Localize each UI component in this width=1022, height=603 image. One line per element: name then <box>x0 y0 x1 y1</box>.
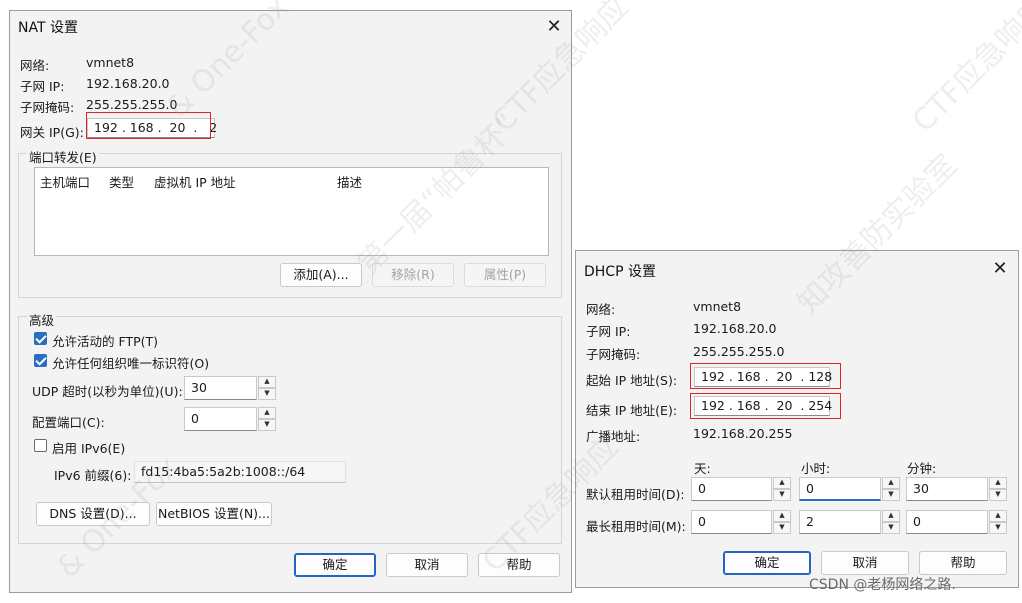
spin-down-icon[interactable]: ▼ <box>882 522 900 534</box>
enable-ipv6-checkbox[interactable] <box>34 439 47 452</box>
start-ip-label: 起始 IP 地址(S): <box>586 373 678 388</box>
port-forwarding-label: 端口转发(E) <box>27 147 99 166</box>
csdn-credit: CSDN @老杨网络之路. <box>809 577 956 593</box>
dns-settings-button[interactable]: DNS 设置(D)... <box>36 502 150 526</box>
cancel-button[interactable]: 取消 <box>821 551 909 575</box>
ok-button[interactable]: 确定 <box>294 553 376 577</box>
network-label: 网络: <box>586 302 616 317</box>
max-days-stepper[interactable]: 0 ▲ ▼ <box>691 510 791 534</box>
default-lease-label: 默认租用时间(D): <box>586 487 685 502</box>
config-port-label: 配置端口(C): <box>32 415 105 430</box>
max-minutes-value[interactable]: 0 <box>906 510 988 534</box>
nat-dialog-title: NAT 设置 <box>18 20 78 36</box>
subnet-mask-label: 子网掩码: <box>20 100 75 115</box>
spin-down-icon[interactable]: ▼ <box>989 489 1007 501</box>
help-button[interactable]: 帮助 <box>478 553 560 577</box>
subnet-ip-value: 192.168.20.0 <box>86 76 170 91</box>
spin-up-icon[interactable]: ▲ <box>773 510 791 522</box>
default-minutes-value[interactable]: 30 <box>906 477 988 501</box>
column-header-host-port[interactable]: 主机端口 <box>40 172 90 191</box>
watermark-text: CTF应急响应 <box>905 0 1022 140</box>
spin-up-icon[interactable]: ▲ <box>882 477 900 489</box>
dhcp-dialog-title: DHCP 设置 <box>584 264 656 280</box>
enable-ipv6-label[interactable]: 启用 IPv6(E) <box>52 438 125 457</box>
max-days-value[interactable]: 0 <box>691 510 772 534</box>
properties-button[interactable]: 属性(P) <box>464 263 546 287</box>
ok-button[interactable]: 确定 <box>723 551 811 575</box>
broadcast-value: 192.168.20.255 <box>693 426 793 441</box>
spin-down-icon[interactable]: ▼ <box>258 388 276 400</box>
gateway-ip-label: 网关 IP(G): <box>20 125 84 140</box>
hours-label: 小时: <box>801 461 831 476</box>
config-port-value[interactable]: 0 <box>184 407 257 431</box>
default-hours-stepper[interactable]: 0 ▲ ▼ <box>799 477 900 501</box>
max-lease-label: 最长租用时间(M): <box>586 519 686 534</box>
spin-up-icon[interactable]: ▲ <box>258 407 276 419</box>
minutes-label: 分钟: <box>907 461 937 476</box>
allow-oui-label[interactable]: 允许任何组织唯一标识符(O) <box>52 353 209 372</box>
default-days-value[interactable]: 0 <box>691 477 772 501</box>
subnet-mask-value: 255.255.255.0 <box>86 97 178 112</box>
udp-timeout-value[interactable]: 30 <box>184 376 257 400</box>
subnet-mask-label: 子网掩码: <box>586 347 641 362</box>
spin-up-icon[interactable]: ▲ <box>258 376 276 388</box>
max-minutes-stepper[interactable]: 0 ▲ ▼ <box>906 510 1007 534</box>
spin-down-icon[interactable]: ▼ <box>882 489 900 501</box>
spin-up-icon[interactable]: ▲ <box>882 510 900 522</box>
end-ip-highlight-box <box>690 393 841 419</box>
config-port-stepper[interactable]: 0 ▲ ▼ <box>184 407 276 431</box>
ipv6-prefix-field[interactable]: fd15:4ba5:5a2b:1008::/64 <box>134 461 346 483</box>
subnet-ip-label: 子网 IP: <box>586 324 631 339</box>
nat-settings-dialog: NAT 设置 ✕ 网络: vmnet8 子网 IP: 192.168.20.0 … <box>9 10 572 593</box>
spin-down-icon[interactable]: ▼ <box>989 522 1007 534</box>
help-button[interactable]: 帮助 <box>919 551 1007 575</box>
start-ip-highlight-box <box>690 363 841 389</box>
spin-down-icon[interactable]: ▼ <box>773 522 791 534</box>
add-button[interactable]: 添加(A)... <box>280 263 362 287</box>
column-header-description[interactable]: 描述 <box>337 172 362 191</box>
max-hours-stepper[interactable]: 2 ▲ ▼ <box>799 510 900 534</box>
allow-ftp-label[interactable]: 允许活动的 FTP(T) <box>52 331 158 350</box>
network-label: 网络: <box>20 58 50 73</box>
column-header-vm-ip[interactable]: 虚拟机 IP 地址 <box>154 172 236 191</box>
max-hours-value[interactable]: 2 <box>799 510 881 534</box>
subnet-ip-value: 192.168.20.0 <box>693 321 777 336</box>
subnet-mask-value: 255.255.255.0 <box>693 344 785 359</box>
default-hours-value[interactable]: 0 <box>799 477 881 501</box>
network-value: vmnet8 <box>693 299 742 314</box>
advanced-label: 高级 <box>27 310 57 329</box>
udp-timeout-label: UDP 超时(以秒为单位)(U): <box>32 384 183 399</box>
cancel-button[interactable]: 取消 <box>386 553 468 577</box>
remove-button[interactable]: 移除(R) <box>372 263 454 287</box>
column-header-type[interactable]: 类型 <box>109 172 134 191</box>
broadcast-label: 广播地址: <box>586 429 641 444</box>
netbios-settings-button[interactable]: NetBIOS 设置(N)... <box>156 502 272 526</box>
default-minutes-stepper[interactable]: 30 ▲ ▼ <box>906 477 1007 501</box>
spin-down-icon[interactable]: ▼ <box>773 489 791 501</box>
default-days-stepper[interactable]: 0 ▲ ▼ <box>691 477 791 501</box>
days-label: 天: <box>694 461 711 476</box>
spin-down-icon[interactable]: ▼ <box>258 419 276 431</box>
allow-ftp-checkbox[interactable] <box>34 332 47 345</box>
spin-up-icon[interactable]: ▲ <box>989 477 1007 489</box>
spin-up-icon[interactable]: ▲ <box>773 477 791 489</box>
end-ip-label: 结束 IP 地址(E): <box>586 403 678 418</box>
dhcp-settings-dialog: DHCP 设置 ✕ 网络: vmnet8 子网 IP: 192.168.20.0… <box>575 250 1019 588</box>
port-forwarding-list[interactable]: 主机端口 类型 虚拟机 IP 地址 描述 <box>34 167 549 256</box>
gateway-highlight-box <box>86 112 211 139</box>
ipv6-prefix-label: IPv6 前缀(6): <box>54 468 132 483</box>
udp-timeout-stepper[interactable]: 30 ▲ ▼ <box>184 376 276 400</box>
close-icon[interactable]: ✕ <box>540 13 568 41</box>
network-value: vmnet8 <box>86 55 135 70</box>
allow-oui-checkbox[interactable] <box>34 354 47 367</box>
subnet-ip-label: 子网 IP: <box>20 79 65 94</box>
spin-up-icon[interactable]: ▲ <box>989 510 1007 522</box>
close-icon[interactable]: ✕ <box>986 255 1014 283</box>
